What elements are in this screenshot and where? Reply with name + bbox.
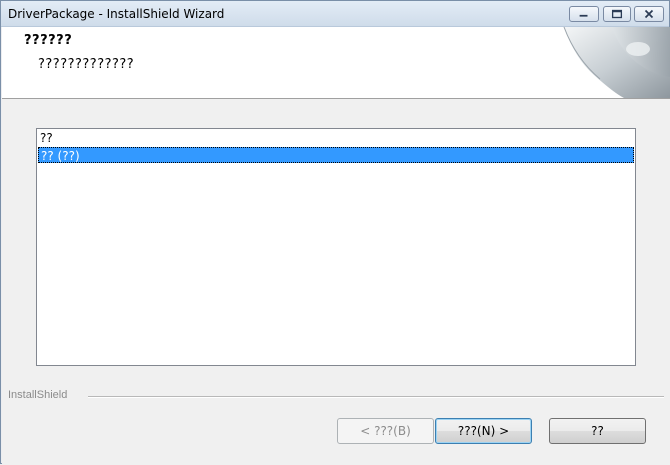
minimize-icon [579,14,588,17]
next-button[interactable]: ???(N) > [435,418,532,444]
header-banner: ?????? ????????????? [2,27,670,99]
cancel-button[interactable]: ?? [549,418,646,444]
close-button[interactable] [634,6,664,22]
minimize-button[interactable] [569,6,599,22]
maximize-button[interactable] [603,6,631,22]
setup-type-list[interactable]: ?? ?? (??) [36,128,636,366]
back-button[interactable]: < ???(B) [337,418,434,444]
title-bar[interactable]: DriverPackage - InstallShield Wizard [1,1,669,27]
installer-window: DriverPackage - InstallShield Wizard ???… [0,0,670,465]
window-title: DriverPackage - InstallShield Wizard [8,7,225,21]
banner-heading: ?????? [24,33,73,48]
close-icon [644,9,654,19]
list-item[interactable]: ?? [38,130,634,146]
banner-subheading: ????????????? [38,57,135,72]
installshield-brand-label: InstallShield [8,389,68,401]
list-item-selected[interactable]: ?? (??) [38,147,634,163]
installshield-logo-graphic [554,27,670,98]
maximize-icon [611,9,623,19]
footer-divider [88,396,664,398]
content-area: ?? ?? (??) InstallShield < ???(B) ???(N)… [2,99,670,465]
